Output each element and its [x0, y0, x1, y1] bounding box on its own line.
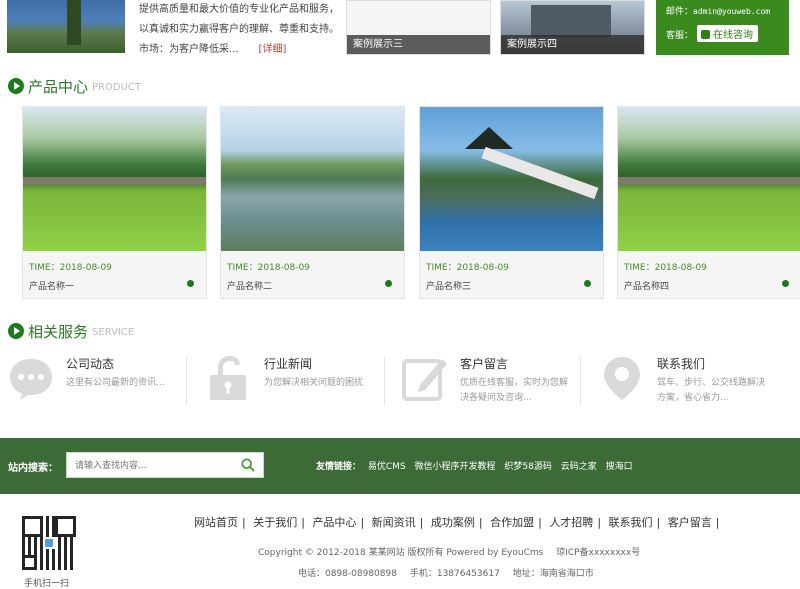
service-item-title[interactable]: 联系我们	[657, 355, 705, 372]
search-box[interactable]	[66, 452, 264, 478]
service-item-desc: 这里有公司最新的资讯...	[66, 378, 165, 388]
unlock-icon	[210, 356, 246, 400]
divider	[580, 357, 581, 405]
about-line-2: 以真诚和实力赢得客户的理解、尊重和支持。	[139, 24, 339, 35]
service-item-desc: 优质在线客服，实时为您解决各疑问及咨询...	[460, 378, 569, 403]
product-title: 产品中心	[28, 77, 89, 96]
contact-box: 邮件：admin@youweb.com 客服： 在线咨询	[656, 0, 789, 55]
product-title-en: PRODUCT	[92, 82, 141, 93]
service-item-desc: 驾车、步行、公交线路解决方案，省心省力...	[657, 378, 766, 403]
footer-nav-item[interactable]: 客户留言	[668, 516, 712, 529]
footer-nav-item[interactable]: 人才招聘	[549, 516, 593, 529]
about-line-3: 市场：为客户降低采...	[139, 44, 239, 55]
product-image[interactable]	[618, 107, 800, 251]
footer-nav-item[interactable]: 联系我们	[609, 516, 653, 529]
product-name[interactable]: 产品名称三	[426, 279, 471, 292]
divider	[384, 357, 385, 405]
product-card[interactable]: TIME：2018-08-09 产品名称一	[22, 106, 207, 299]
arrow-icon[interactable]	[584, 280, 591, 287]
footer-nav: 网站首页 | 关于我们 | 产品中心 | 新闻资讯 | 成功案例 | 合作加盟 | 人才招聘…	[194, 516, 720, 529]
footer-nav-item[interactable]: 合作加盟	[490, 516, 534, 529]
map-pin-icon	[604, 357, 640, 400]
footer-nav-item[interactable]: 网站首页	[194, 516, 238, 529]
service-item[interactable]: 行业新闻 为您解决相关问题的困扰	[206, 355, 391, 411]
qr-code	[22, 516, 76, 570]
icp-link[interactable]: 琼ICP备xxxxxxxx号	[556, 548, 640, 558]
chat-bubble-icon	[10, 359, 52, 400]
product-time: TIME：2018-08-09	[426, 263, 509, 273]
email-link[interactable]: admin@youweb.com	[693, 7, 770, 16]
search-input[interactable]	[67, 454, 227, 478]
arrow-circle-icon	[8, 323, 24, 339]
phone: 电话：0898-08980898	[298, 569, 397, 579]
copyright-text: Copyright © 2012-2018 某某网站 版权所有 Powered …	[258, 548, 544, 558]
friend-links-label: 友情链接：	[316, 462, 362, 472]
case-caption: 案例展示四	[501, 35, 644, 54]
product-image[interactable]	[23, 107, 206, 251]
copyright: Copyright © 2012-2018 某某网站 版权所有 Powered …	[258, 545, 640, 558]
friend-link[interactable]: 微信小程序开发教程	[415, 462, 496, 472]
top-strip: 提供高质量和最大价值的专业化产品和服务， 以真诚和实力赢得客户的理解、尊重和支持…	[0, 0, 800, 56]
friend-link[interactable]: 搜海口	[606, 462, 633, 472]
service-item-desc: 为您解决相关问题的困扰	[264, 378, 364, 388]
case-card-3[interactable]: 案例展示三	[346, 0, 491, 55]
friend-links: 友情链接： 易优CMS 微信小程序开发教程 织梦58源码 云码之家 搜海口	[316, 459, 639, 472]
arrow-icon[interactable]	[385, 280, 392, 287]
product-card[interactable]: TIME：2018-08-09 产品名称二	[220, 106, 405, 299]
edit-icon	[402, 359, 447, 401]
service-section-title: 相关服务 SERVICE	[8, 322, 135, 341]
service-item-title[interactable]: 行业新闻	[264, 355, 312, 372]
footer-nav-item[interactable]: 关于我们	[253, 516, 297, 529]
footer-nav-item[interactable]: 成功案例	[431, 516, 475, 529]
search-icon[interactable]	[241, 458, 255, 472]
about-image[interactable]	[7, 0, 125, 53]
product-section-title: 产品中心 PRODUCT	[8, 77, 141, 96]
product-name[interactable]: 产品名称二	[227, 279, 272, 292]
product-image[interactable]	[221, 107, 404, 251]
service-item-title[interactable]: 客户留言	[460, 355, 508, 372]
service-item[interactable]: 客户留言 优质在线客服，实时为您解决各疑问及咨询...	[402, 355, 587, 411]
product-time: TIME：2018-08-09	[227, 263, 310, 273]
service-item-title[interactable]: 公司动态	[66, 355, 114, 372]
service-title: 相关服务	[28, 322, 89, 341]
arrow-circle-icon	[8, 78, 24, 94]
service-title-en: SERVICE	[92, 327, 135, 338]
service-label: 客服：	[666, 31, 694, 41]
product-card[interactable]: TIME：2018-08-09 产品名称四	[617, 106, 800, 299]
footer-nav-item[interactable]: 新闻资讯	[372, 516, 416, 529]
divider	[186, 357, 187, 405]
about-text: 提供高质量和最大价值的专业化产品和服务， 以真诚和实力赢得客户的理解、尊重和支持…	[139, 0, 339, 60]
address: 地址：海南省海口市	[512, 569, 594, 579]
case-card-4[interactable]: 案例展示四	[500, 0, 645, 55]
arrow-icon[interactable]	[187, 280, 194, 287]
product-time: TIME：2018-08-09	[29, 263, 112, 273]
search-bar: 站内搜索： 友情链接： 易优CMS 微信小程序开发教程 织梦58源码 云码之家 …	[0, 438, 800, 494]
about-line-1: 提供高质量和最大价值的专业化产品和服务，	[139, 4, 339, 15]
product-card[interactable]: TIME：2018-08-09 产品名称三	[419, 106, 604, 299]
online-consult-button[interactable]: 在线咨询	[697, 25, 759, 42]
arrow-icon[interactable]	[782, 280, 789, 287]
product-image[interactable]	[420, 107, 603, 251]
service-item[interactable]: 联系我们 驾车、步行、公交线路解决方案，省心省力...	[599, 355, 784, 411]
footer-nav-item[interactable]: 产品中心	[312, 516, 356, 529]
chat-icon	[701, 30, 711, 39]
product-name[interactable]: 产品名称四	[624, 279, 669, 292]
mobile: 手机：13876453617	[409, 569, 500, 579]
product-name[interactable]: 产品名称一	[29, 279, 74, 292]
search-label: 站内搜索：	[8, 463, 58, 474]
contact-info: 电话：0898-08980898 手机：13876453617 地址：海南省海口…	[298, 566, 604, 579]
qr-caption: 手机扫一扫	[24, 579, 70, 589]
friend-link[interactable]: 易优CMS	[368, 462, 406, 472]
email-label: 邮件：	[666, 7, 694, 17]
product-time: TIME：2018-08-09	[624, 263, 707, 273]
friend-link[interactable]: 云码之家	[561, 462, 597, 472]
friend-link[interactable]: 织梦58源码	[504, 462, 551, 472]
case-caption: 案例展示三	[347, 35, 490, 54]
online-consult-label: 在线咨询	[713, 30, 754, 41]
about-more-link[interactable]: [详细]	[259, 44, 287, 55]
service-item[interactable]: 公司动态 这里有公司最新的资讯...	[8, 355, 193, 411]
